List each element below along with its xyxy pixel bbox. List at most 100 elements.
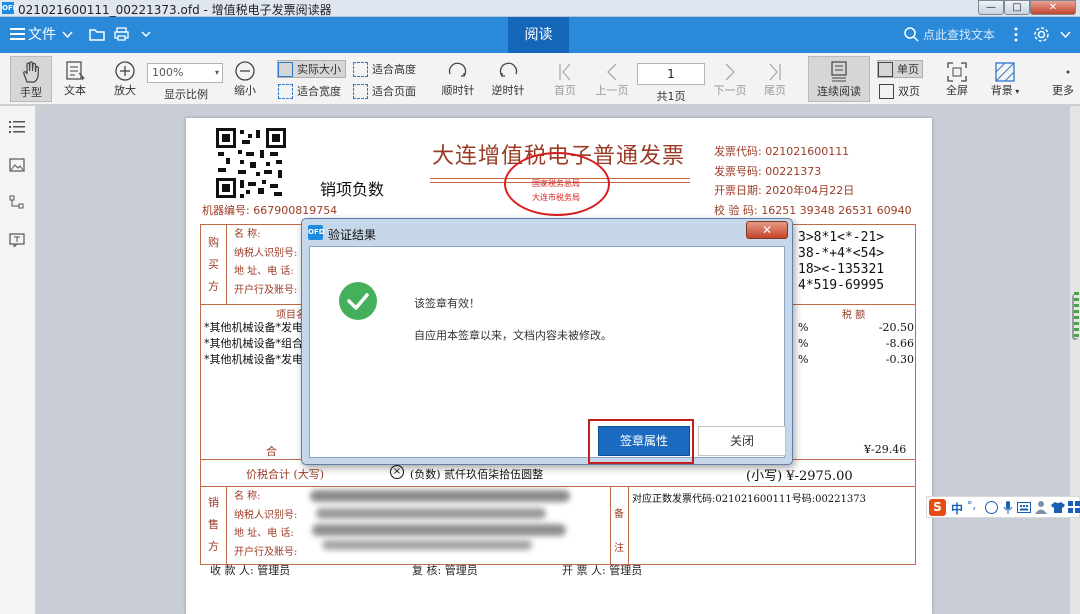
buyer-label-char: 方: [208, 280, 219, 293]
table-divider: [610, 486, 611, 565]
zoom-out-button[interactable]: 缩小: [228, 56, 262, 102]
fit-page-button[interactable]: 适合页面: [353, 83, 416, 101]
ime-logo-icon[interactable]: S: [929, 499, 946, 516]
shirt-icon[interactable]: [1051, 501, 1065, 514]
amount-small: (小写) ¥-2975.00: [746, 469, 853, 484]
last-page-label: 尾页: [764, 84, 786, 97]
dialog-close-button[interactable]: ✕: [746, 221, 788, 239]
invoice-code: 发票代码: 021021600111: [714, 145, 850, 158]
open-folder-icon[interactable]: [89, 27, 105, 41]
dropdown-arrow-icon[interactable]: [141, 31, 151, 38]
chevron-down-icon[interactable]: [62, 31, 73, 39]
more-vertical-icon[interactable]: [1014, 27, 1018, 42]
display-ratio-label: 显示比例: [164, 88, 208, 101]
rotate-ccw-icon: [499, 62, 518, 77]
prev-page-label: 上一页: [595, 84, 629, 97]
first-page-button[interactable]: 首页: [548, 56, 582, 102]
zoom-select[interactable]: 100% ▾: [147, 63, 223, 83]
fit-width-button[interactable]: 适合宽度: [278, 83, 341, 101]
last-page-button[interactable]: 尾页: [760, 56, 790, 102]
signature-properties-button[interactable]: 签章属性: [598, 426, 690, 456]
toolbar: 手型 文本 放大 100% ▾ 显示比例 缩小 实际大小 适合高度 适合宽度 适合…: [0, 53, 1080, 105]
grid-menu-icon[interactable]: [1068, 501, 1080, 514]
cipher-line: 3>8*1<*-21>: [798, 230, 885, 245]
zoom-in-button[interactable]: 放大: [108, 56, 142, 102]
fit-width-icon: [278, 84, 293, 99]
hand-tool-button[interactable]: 手型: [10, 56, 52, 102]
prev-page-button[interactable]: 上一页: [592, 56, 632, 102]
tax-value: -8.66: [885, 337, 914, 350]
buyer-fields: 名 称: 纳税人识别号: 地 址、电 话: 开户行及账号:: [234, 226, 297, 300]
reviewer: 复 核: 管理员: [412, 564, 478, 577]
seal-text-bottom: 大连市税务局: [532, 193, 580, 202]
page-number-input[interactable]: 1: [637, 63, 705, 85]
outline-list-icon[interactable]: [9, 120, 25, 134]
tax-header: 税 额: [842, 310, 866, 321]
more-button[interactable]: 更多: [1046, 56, 1080, 102]
invoice-number: 发票号码: 00221373: [714, 164, 822, 178]
continuous-read-button[interactable]: 连续阅读: [808, 56, 870, 102]
structure-tree-icon[interactable]: [9, 195, 25, 209]
rate-mark: %: [798, 353, 809, 366]
actual-size-button[interactable]: 实际大小: [277, 60, 346, 78]
chevron-down-icon[interactable]: [1060, 31, 1071, 39]
menu-icon[interactable]: [10, 28, 25, 41]
file-menu[interactable]: 文件: [28, 17, 56, 53]
rotate-cw-icon: [448, 62, 467, 77]
vertical-scrollbar[interactable]: [1070, 106, 1080, 614]
single-page-button[interactable]: 单页: [877, 60, 923, 78]
chevron-right-icon: [725, 63, 735, 81]
tax-value: -20.50: [878, 321, 914, 334]
item-row: *其他机械设备*组合: [204, 337, 303, 350]
rotate-ccw-button[interactable]: 逆时针: [488, 56, 528, 102]
double-page-icon: [879, 84, 894, 99]
search-icon[interactable]: [904, 27, 919, 42]
rotate-ccw-label: 逆时针: [491, 84, 525, 97]
ime-language-toggle[interactable]: 中: [951, 500, 963, 517]
rate-mark: %: [798, 337, 809, 350]
ime-punct-toggle[interactable]: °,: [967, 499, 976, 512]
thumbnail-image-icon[interactable]: [9, 158, 25, 172]
invoice-date: 开票日期: 2020年04月22日: [714, 184, 855, 197]
keyboard-icon[interactable]: [1017, 502, 1031, 513]
single-page-label: 单页: [897, 63, 919, 76]
fit-page-label: 适合页面: [372, 85, 416, 98]
fit-height-button[interactable]: 适合高度: [353, 61, 416, 79]
chevron-left-icon: [607, 63, 617, 81]
annotation-icon[interactable]: [9, 233, 25, 247]
invoice-subtitle: 销项负数: [320, 180, 385, 199]
fullscreen-button[interactable]: 全屏: [940, 56, 974, 102]
first-page-label: 首页: [554, 84, 576, 97]
user-icon[interactable]: [1035, 500, 1047, 515]
print-icon[interactable]: [114, 27, 129, 41]
success-check-icon: [339, 282, 377, 320]
rotate-cw-button[interactable]: 顺时针: [438, 56, 478, 102]
table-divider: [226, 224, 227, 304]
maximize-button[interactable]: □: [1004, 0, 1030, 15]
dialog-message: 该签章有效！: [414, 297, 480, 310]
tax-value: -0.30: [885, 353, 914, 366]
close-window-button[interactable]: ✕: [1030, 0, 1076, 15]
dialog-close-text-button[interactable]: 关闭: [698, 426, 786, 456]
microphone-icon[interactable]: [1003, 500, 1013, 515]
minimize-button[interactable]: —: [978, 0, 1004, 15]
item-row: *其他机械设备*发电: [204, 353, 303, 366]
zoom-in-label: 放大: [114, 84, 136, 97]
double-page-button[interactable]: 双页: [879, 83, 920, 101]
ime-toolbar: S 中 °,: [926, 496, 1080, 518]
total-tax: ¥-29.46: [864, 443, 907, 456]
tab-read[interactable]: 阅读: [508, 17, 569, 53]
actual-size-label: 实际大小: [297, 63, 341, 76]
invoice-meta: 发票代码: 021021600111 发票号码: 00221373 开票日期: …: [714, 142, 912, 220]
emoji-icon[interactable]: [985, 501, 998, 514]
buyer-taxid-label: 纳税人识别号:: [234, 247, 298, 259]
next-page-button[interactable]: 下一页: [710, 56, 750, 102]
redacted-seller-taxid: [316, 508, 546, 519]
search-input[interactable]: 点此查找文本: [923, 17, 995, 53]
text-tool-button[interactable]: 文本: [58, 56, 92, 102]
gear-icon[interactable]: [1033, 26, 1050, 43]
close-circle-icon: ×: [390, 465, 404, 479]
background-button[interactable]: 背景 ▾: [986, 56, 1024, 102]
app-window: OFD 021021600111_00221373.ofd - 增值税电子发票阅…: [0, 0, 1080, 614]
fit-height-icon: [353, 62, 368, 77]
